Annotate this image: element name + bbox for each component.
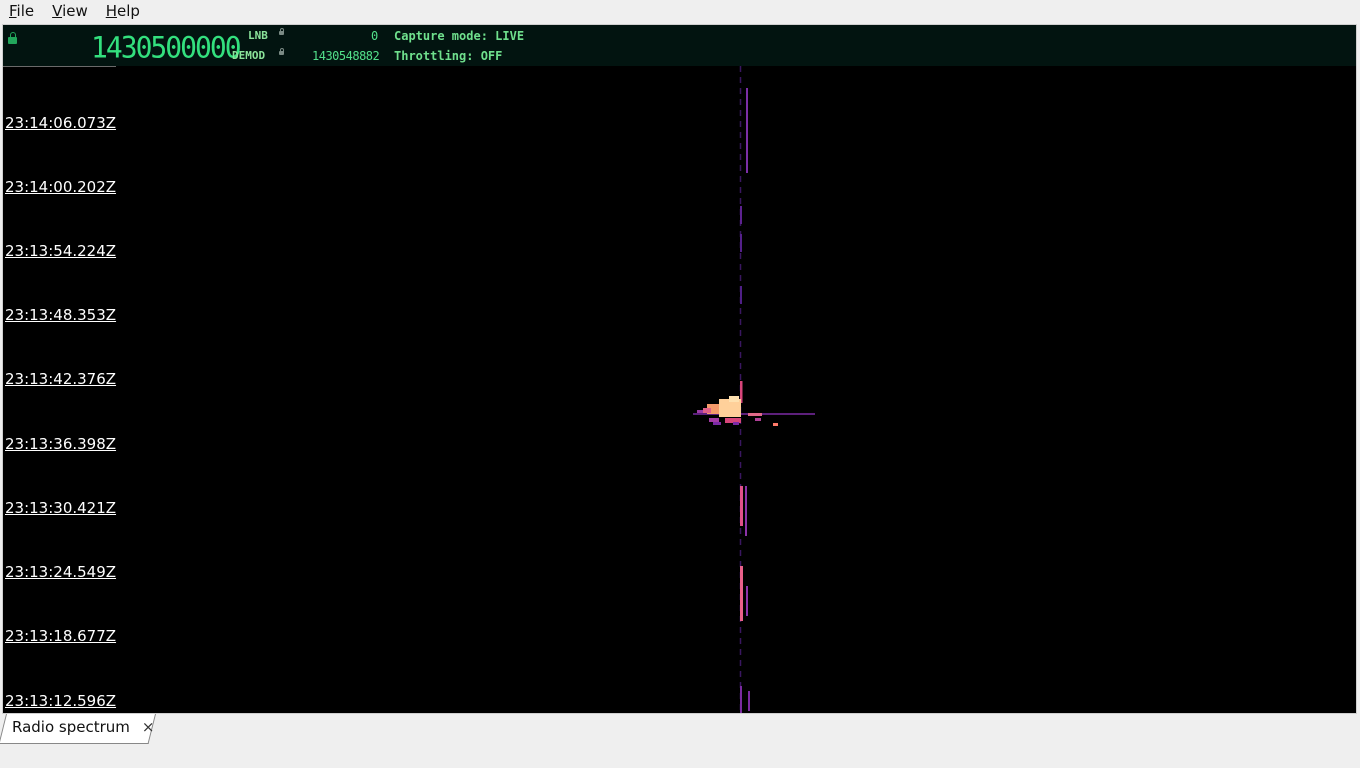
frequency-header: 1430500000 LNB 0 DEMOD 1430548882 Captur…	[3, 25, 1356, 66]
signal-burst	[693, 396, 815, 426]
lnb-lock-icon[interactable]	[279, 28, 284, 36]
tab-radio-spectrum[interactable]: Radio spectrum ×	[12, 718, 154, 736]
timestamp-label: 23:13:12.596Z	[5, 692, 117, 710]
close-icon[interactable]: ×	[142, 718, 155, 736]
menu-help[interactable]: Help	[97, 0, 149, 22]
lnb-label: LNB	[248, 29, 268, 42]
waterfall-signal	[693, 66, 815, 713]
timestamp-label: 23:13:48.353Z	[5, 306, 117, 324]
timestamp-label: 23:14:06.073Z	[5, 114, 117, 132]
menu-view[interactable]: View	[43, 0, 97, 22]
tab-bar: Radio spectrum ×	[0, 714, 1360, 768]
capture-mode-status: Capture mode: LIVE	[394, 29, 525, 43]
menu-bar: File View Help	[0, 0, 1360, 22]
timestamp-label: 23:13:54.224Z	[5, 242, 117, 260]
timestamp-label: 23:13:18.677Z	[5, 627, 117, 645]
lnb-value[interactable]: 0	[371, 29, 378, 43]
timestamp-label: 23:13:42.376Z	[5, 370, 117, 388]
waterfall-display[interactable]: 23:14:06.073Z 23:14:00.202Z 23:13:54.224…	[3, 66, 1356, 713]
main-frequency-display[interactable]: 1430500000	[91, 30, 242, 65]
timestamp-label: 23:14:00.202Z	[5, 178, 117, 196]
timestamp-label: 23:13:24.549Z	[5, 563, 117, 581]
throttling-status: Throttling: OFF	[394, 49, 503, 63]
tab-label: Radio spectrum	[12, 718, 130, 736]
menu-file[interactable]: File	[0, 0, 43, 22]
demod-lock-icon[interactable]	[279, 48, 284, 56]
demod-value[interactable]: 1430548882	[312, 49, 380, 63]
timestamp-label: 23:13:30.421Z	[5, 499, 117, 517]
time-axis-line	[3, 66, 116, 67]
spectrum-panel: 1430500000 LNB 0 DEMOD 1430548882 Captur…	[2, 24, 1357, 714]
timestamp-label: 23:13:36.398Z	[5, 435, 117, 453]
lock-icon[interactable]	[8, 32, 17, 45]
demod-label: DEMOD	[232, 49, 266, 62]
